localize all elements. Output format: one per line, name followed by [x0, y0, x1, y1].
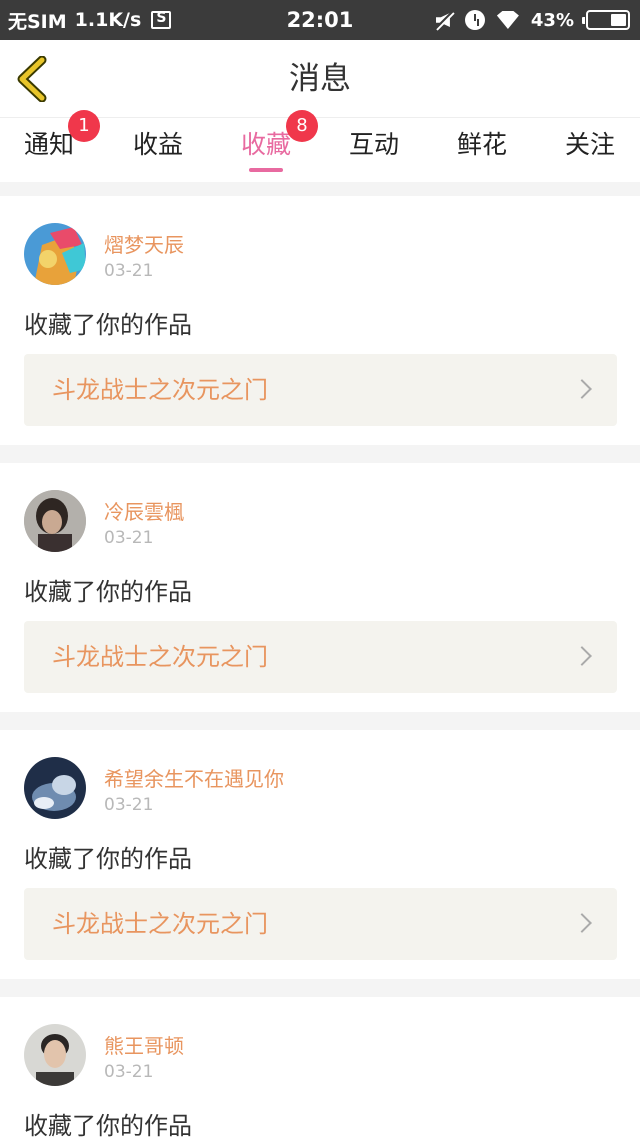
chevron-right-icon: [572, 913, 592, 933]
battery-level: [611, 14, 626, 26]
active-tab-indicator: [249, 168, 283, 172]
tab-favorites[interactable]: 收藏 8: [216, 110, 318, 182]
page-title: 消息: [289, 61, 351, 97]
message-card: 熠梦天辰 03-21 收藏了你的作品 斗龙战士之次元之门: [0, 196, 640, 445]
unread-badge: 1: [68, 110, 100, 142]
avatar[interactable]: [24, 223, 86, 285]
avatar[interactable]: [24, 1024, 86, 1086]
message-card: 熊王哥顿 03-21 收藏了你的作品: [0, 997, 640, 1147]
action-text: 收藏了你的作品: [24, 1112, 192, 1140]
header: 消息: [0, 40, 640, 118]
avatar-image: [24, 1024, 86, 1086]
chevron-right-icon: [572, 379, 592, 399]
mute-icon: [433, 10, 453, 30]
tab-label: 收藏: [240, 130, 291, 159]
work-title: 斗龙战士之次元之门: [52, 376, 268, 404]
tab-earnings[interactable]: 收益: [108, 118, 208, 182]
username[interactable]: 熊王哥顿: [104, 1030, 184, 1059]
username[interactable]: 冷辰雲楓: [104, 496, 184, 525]
wifi-icon: [496, 11, 519, 29]
work-link[interactable]: 斗龙战士之次元之门: [24, 621, 617, 693]
tab-interaction[interactable]: 互动: [324, 118, 424, 182]
battery-icon: [582, 10, 630, 30]
tab-label: 鲜花: [456, 130, 507, 159]
alarm-icon: [464, 10, 485, 30]
tab-notify[interactable]: 通知 1: [0, 110, 100, 182]
work-link[interactable]: 斗龙战士之次元之门: [24, 888, 617, 960]
tab-label: 互动: [348, 130, 399, 159]
timestamp: 03-21: [104, 528, 154, 548]
timestamp: 03-21: [104, 1062, 154, 1082]
action-text: 收藏了你的作品: [24, 578, 192, 606]
avatar[interactable]: [24, 490, 86, 552]
action-text: 收藏了你的作品: [24, 311, 192, 339]
battery-percent: 43%: [530, 9, 574, 31]
username[interactable]: 希望余生不在遇见你: [104, 763, 284, 792]
unread-badge: 8: [286, 110, 318, 142]
chevron-right-icon: [572, 646, 592, 666]
tab-label: 关注: [564, 130, 615, 159]
tab-bar: 通知 1 收益 收藏 8 互动 鲜花 关注: [0, 110, 640, 182]
avatar-image: [24, 223, 86, 285]
status-bar: 无SIM 1.1K/s 22:01 43%: [0, 0, 640, 40]
tab-label: 收益: [132, 130, 183, 159]
timestamp: 03-21: [104, 261, 154, 281]
tab-follow[interactable]: 关注: [540, 118, 640, 182]
status-right: 43%: [433, 0, 630, 40]
tab-label: 通知: [23, 130, 74, 159]
action-text: 收藏了你的作品: [24, 845, 192, 873]
avatar-image: [24, 490, 86, 552]
message-card: 冷辰雲楓 03-21 收藏了你的作品 斗龙战士之次元之门: [0, 463, 640, 712]
work-title: 斗龙战士之次元之门: [52, 643, 268, 671]
message-card: 希望余生不在遇见你 03-21 收藏了你的作品 斗龙战士之次元之门: [0, 730, 640, 979]
username[interactable]: 熠梦天辰: [104, 229, 184, 258]
work-link[interactable]: 斗龙战士之次元之门: [24, 354, 617, 426]
tab-flowers[interactable]: 鲜花: [432, 118, 532, 182]
avatar[interactable]: [24, 757, 86, 819]
timestamp: 03-21: [104, 795, 154, 815]
avatar-image: [24, 757, 86, 819]
work-title: 斗龙战士之次元之门: [52, 910, 268, 938]
